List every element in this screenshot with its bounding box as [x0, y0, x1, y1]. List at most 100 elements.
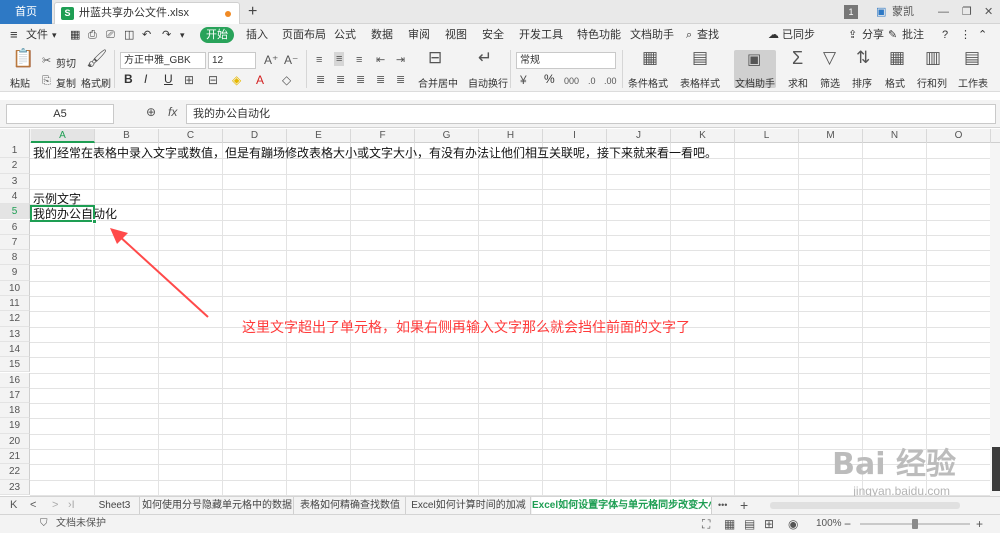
fill-handle[interactable]: [92, 219, 97, 224]
column-header[interactable]: G: [415, 129, 479, 143]
share-button[interactable]: 分享: [862, 24, 884, 46]
row-header[interactable]: 19: [0, 418, 30, 434]
search-icon[interactable]: ⌕: [686, 24, 692, 46]
column-header[interactable]: O: [927, 129, 991, 143]
cut-icon[interactable]: ✂: [42, 54, 51, 68]
row-header[interactable]: 15: [0, 357, 30, 373]
sheet-tab-active[interactable]: Excel如何设置字体与单元格同步改变大小: [532, 497, 712, 514]
sheet-tab[interactable]: 如何使用分号隐藏单元格中的数据: [141, 497, 294, 514]
sort-button[interactable]: 排序: [852, 75, 872, 90]
next-sheet-button[interactable]: >: [52, 497, 58, 514]
search-button[interactable]: 查找: [697, 24, 719, 46]
function-icon[interactable]: fx: [168, 105, 177, 119]
tab-view[interactable]: 视图: [445, 24, 467, 46]
italic-button[interactable]: I: [144, 72, 147, 86]
format-icon[interactable]: ▦: [889, 49, 905, 66]
row-header[interactable]: 6: [0, 219, 30, 235]
decrease-decimal-icon[interactable]: .00: [604, 74, 617, 88]
chevron-down-icon[interactable]: ▾: [52, 24, 57, 46]
column-header[interactable]: B: [95, 129, 159, 143]
fill-color-icon[interactable]: ◈: [232, 73, 241, 87]
wrap-text-icon[interactable]: ↵: [478, 49, 492, 66]
more-sheets-button[interactable]: •••: [718, 497, 727, 514]
merge-center-button[interactable]: 合并居中: [418, 75, 458, 90]
sync-status[interactable]: 已同步: [782, 24, 815, 46]
justify-icon[interactable]: ≣: [376, 73, 385, 87]
last-sheet-button[interactable]: ›I: [68, 497, 75, 514]
account-icon[interactable]: ▣: [876, 0, 886, 24]
sum-button[interactable]: 求和: [788, 75, 808, 90]
zoom-level[interactable]: 100%: [816, 515, 842, 533]
row-header[interactable]: 1: [0, 143, 30, 159]
page-break-view-icon[interactable]: ⊞: [764, 515, 774, 533]
paste-button[interactable]: 粘贴: [10, 75, 30, 90]
merge-icon[interactable]: ⊟: [208, 73, 218, 87]
minimize-button[interactable]: —: [938, 0, 949, 24]
filter-icon[interactable]: ▽: [823, 49, 836, 66]
tab-formulas[interactable]: 公式: [334, 24, 356, 46]
fullscreen-icon[interactable]: ⛶: [702, 515, 710, 533]
comment-button[interactable]: 批注: [902, 24, 924, 46]
document-tab[interactable]: S 卅蓝共享办公文件.xlsx: [54, 2, 240, 24]
worksheet-icon[interactable]: ▤: [964, 49, 980, 66]
protection-status[interactable]: 文档未保护: [56, 515, 106, 533]
row-col-button[interactable]: 行和列: [917, 75, 947, 90]
row-header[interactable]: 4: [0, 188, 30, 205]
row-header[interactable]: 5: [0, 204, 30, 220]
cloud-sync-icon[interactable]: ☁: [768, 24, 779, 46]
increase-font-icon[interactable]: A⁺: [264, 53, 278, 67]
format-button[interactable]: 格式: [885, 75, 905, 90]
help-button[interactable]: ?: [942, 24, 948, 46]
font-name-select[interactable]: 方正中雅_GBK: [120, 52, 206, 69]
font-color-icon[interactable]: A: [256, 73, 264, 87]
add-sheet-button[interactable]: +: [740, 497, 748, 514]
format-painter-button[interactable]: 格式刷: [81, 75, 111, 90]
eye-protection-icon[interactable]: ◉: [788, 515, 798, 533]
merge-center-icon[interactable]: ⊟: [428, 49, 442, 66]
horizontal-scrollbar[interactable]: [770, 502, 960, 509]
row-header[interactable]: 3: [0, 173, 30, 189]
row-header[interactable]: 7: [0, 234, 30, 251]
row-header[interactable]: 2: [0, 158, 30, 174]
column-header[interactable]: I: [543, 129, 607, 143]
row-header[interactable]: 10: [0, 280, 30, 296]
align-middle-icon[interactable]: ≡: [334, 52, 345, 66]
row-header[interactable]: 14: [0, 341, 30, 358]
tab-insert[interactable]: 插入: [246, 24, 268, 46]
row-header[interactable]: 22: [0, 464, 30, 480]
redo-icon[interactable]: ↷: [162, 24, 171, 46]
column-header[interactable]: E: [287, 129, 351, 143]
sheet-tab[interactable]: 表格如何精确查找数值: [295, 497, 406, 514]
number-format-select[interactable]: 常规: [516, 52, 616, 69]
increase-decimal-icon[interactable]: .0: [588, 74, 596, 88]
hamburger-icon[interactable]: ≡: [10, 24, 18, 46]
row-header[interactable]: 12: [0, 311, 30, 327]
row-header[interactable]: 8: [0, 250, 30, 266]
home-tab[interactable]: 首页: [0, 0, 52, 24]
decrease-font-icon[interactable]: A⁻: [284, 53, 298, 67]
thousands-icon[interactable]: 000: [564, 74, 579, 88]
column-header[interactable]: F: [351, 129, 415, 143]
font-size-select[interactable]: 12: [208, 52, 256, 69]
filter-button[interactable]: 筛选: [820, 75, 840, 90]
close-button[interactable]: ✕: [984, 0, 993, 24]
cut-button[interactable]: 剪切: [56, 55, 76, 70]
zoom-in-button[interactable]: +: [976, 515, 983, 533]
align-left-icon[interactable]: ≣: [316, 73, 325, 87]
select-all-corner[interactable]: [0, 129, 30, 143]
export-icon[interactable]: ⎙: [88, 24, 97, 46]
column-header[interactable]: D: [223, 129, 287, 143]
indent-left-icon[interactable]: ⇤: [376, 53, 385, 67]
row-header[interactable]: 16: [0, 372, 30, 388]
currency-icon[interactable]: ¥: [520, 73, 527, 87]
wrap-text-button[interactable]: 自动换行: [468, 75, 508, 90]
prev-sheet-button[interactable]: <: [30, 497, 36, 514]
vertical-scrollbar[interactable]: [990, 143, 1000, 496]
undo-icon[interactable]: ↶: [142, 24, 151, 46]
column-header[interactable]: M: [799, 129, 863, 143]
row-header[interactable]: 9: [0, 265, 30, 281]
column-header[interactable]: C: [159, 129, 223, 143]
name-box[interactable]: A5: [6, 104, 114, 124]
row-header[interactable]: 21: [0, 449, 30, 465]
preview-icon[interactable]: ◫: [124, 24, 134, 46]
